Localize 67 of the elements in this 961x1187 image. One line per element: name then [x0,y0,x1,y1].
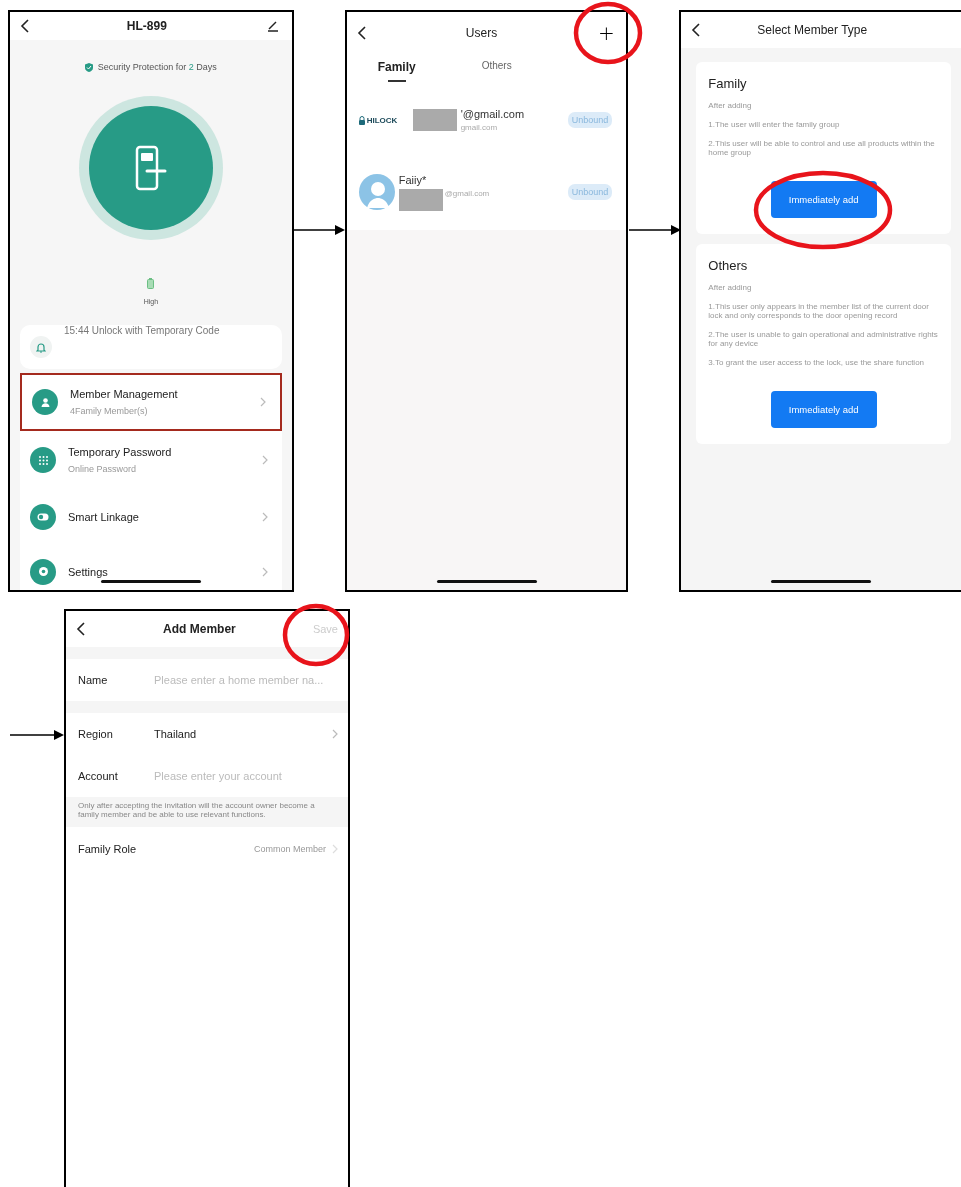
chevron-icon [261,511,268,522]
notification-card[interactable]: 15:44 Unlock with Temporary Code [20,325,282,369]
card-description: 2.The user is unable to gain operational and administrative rights for any device [708,330,939,348]
screen-title: Select Member Type [757,23,868,37]
account-input[interactable]: Please enter your account [154,770,338,782]
back-icon[interactable] [20,19,30,33]
chevron-icon [261,455,268,465]
chevron-icon [259,397,266,407]
field-label: Family Role [78,843,138,855]
menu-subtitle: 4Family Member(s) [70,406,148,416]
immediately-add-button[interactable]: Immediately add [770,181,877,218]
card-description: 3.To grant the user access to the lock, use the share function [708,358,926,367]
card-title: Others [708,258,748,273]
back-icon[interactable] [76,622,86,636]
family-role-row[interactable]: Family Role Common Member [66,827,348,871]
avatar-icon [358,174,395,210]
chevron-icon [261,566,268,577]
card-description: 2.This user will be able to control and use all products within the home group [708,139,936,157]
field-label: Account [78,770,119,782]
status-badge: Unbound [567,112,613,128]
battery-icon [147,278,155,289]
menu-title: Temporary Password [68,446,172,458]
menu-subtitle: Online Password [68,464,137,474]
protection-text: Security Protection for 2 Days [97,62,217,72]
tab[interactable]: Family [346,60,447,82]
name-input[interactable]: Please enter a home member na... [154,674,338,686]
card-description: 1.The user will enter the family group [708,120,841,129]
toggle-icon [30,503,56,530]
field-label: Region [78,728,114,740]
card-intro: After adding [708,101,753,110]
region-row[interactable]: Region Thailand [66,713,348,755]
immediately-add-button[interactable]: Immediately add [770,391,877,428]
region-value: Thailand [154,728,198,740]
shield-check-icon [84,62,93,72]
lock-button[interactable] [88,106,213,230]
door-lock-icon [134,145,167,191]
add-button[interactable]: + [596,23,617,43]
lock-logo: HILOCK [358,115,409,125]
screen-title: Users [465,26,498,40]
chevron-icon [332,844,338,854]
redacted-block [398,188,443,211]
role-value: Common Member [252,844,327,854]
notification-text: 15:44 Unlock with Temporary Code [64,325,220,336]
user-email-secondary: gmail.com [460,123,498,132]
screen-title: HL-899 [126,19,167,33]
status-badge: Unbound [567,184,613,200]
field-label: Name [78,674,109,686]
tab[interactable]: Others [446,60,547,82]
menu-title: Smart Linkage [68,510,139,523]
invitation-note: Only after accepting the invitation will the account owner become a family member and be able to use relevant functions. [77,800,316,821]
card-description: 1.This user only appears in the member list of the current door lock and only corresponds to the door opening record [708,302,930,320]
menu-title: Settings [68,565,108,578]
bell-icon [30,336,52,358]
back-icon[interactable] [356,26,367,40]
user-email: '@gmail.com [460,108,525,120]
redacted-block [412,109,457,131]
chevron-icon [332,729,338,739]
person-icon [32,389,58,415]
screen-title: Add Member [163,622,236,636]
card-title: Family [708,76,747,91]
keypad-icon [30,447,56,473]
menu-title: Member Management [70,388,178,400]
menu-item[interactable]: Member Management 4Family Member(s) [20,373,282,431]
card-intro: After adding [708,283,753,292]
user-email: @gmail.com [444,188,490,198]
user-name: Faiiy* [398,173,427,186]
back-icon[interactable] [691,23,702,37]
